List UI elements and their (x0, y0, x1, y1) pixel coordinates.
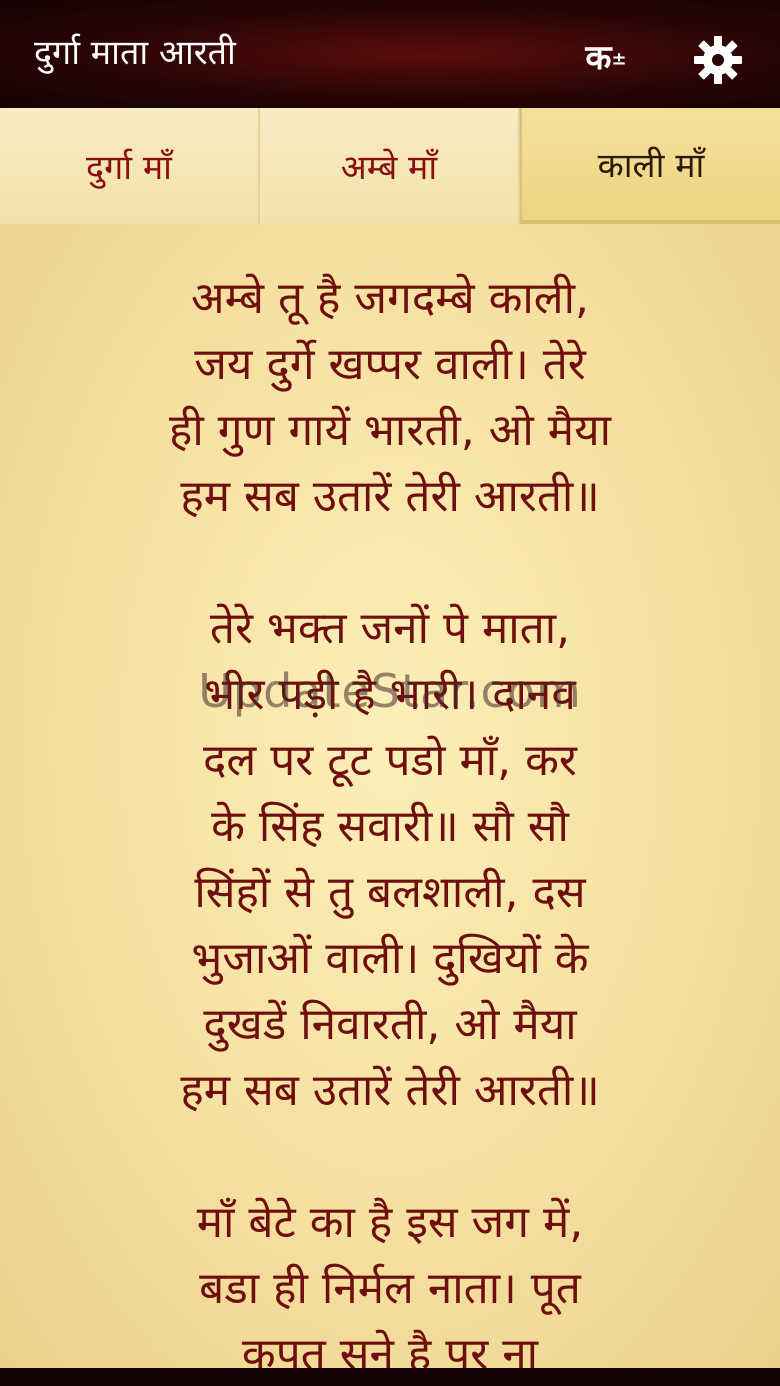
settings-button[interactable] (692, 34, 744, 86)
font-size-button[interactable]: क± (576, 34, 636, 82)
gear-icon (694, 36, 742, 84)
tab-ambe-maa[interactable]: अम्बे माँ (260, 108, 520, 224)
verse-1: अम्बे तू है जगदम्बे काली, जय दुर्गे खप्प… (169, 273, 611, 522)
aarti-content[interactable]: अम्बे तू है जगदम्बे काली, जय दुर्गे खप्प… (0, 224, 780, 1368)
verse-2: तेरे भक्त जनों पे माता, भीर पड़ी है भारी… (180, 603, 600, 1116)
font-size-icon: क± (585, 38, 627, 78)
tab-kali-maa[interactable]: काली माँ (520, 108, 780, 224)
tab-bar: दुर्गा माँ अम्बे माँ काली माँ (0, 108, 780, 224)
app-title: दुर्गा माता आरती (34, 33, 236, 73)
app-bar: दुर्गा माता आरती क± (0, 0, 780, 108)
verse-3: माँ बेटे का है इस जग में, बडा ही निर्मल … (196, 1197, 584, 1368)
bottom-edge (0, 1368, 780, 1386)
tab-durga-maa[interactable]: दुर्गा माँ (0, 108, 260, 224)
